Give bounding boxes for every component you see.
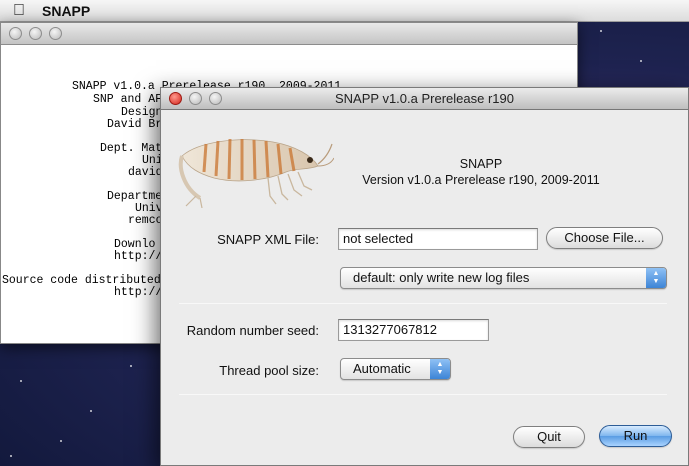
- xml-file-field[interactable]: not selected: [338, 228, 538, 250]
- zoom-button[interactable]: [209, 92, 222, 105]
- thread-pool-label: Thread pool size:: [219, 363, 319, 378]
- seed-field[interactable]: 1313277067812: [338, 319, 489, 341]
- console-line: david: [128, 166, 163, 179]
- separator: [179, 303, 667, 304]
- star: [20, 380, 22, 382]
- close-button[interactable]: [169, 92, 182, 105]
- about-version: Version v1.0.a Prerelease r190, 2009-201…: [362, 173, 600, 187]
- close-button-inactive[interactable]: [9, 27, 22, 40]
- minimize-button-inactive[interactable]: [29, 27, 42, 40]
- select-arrows-icon: ▲ ▼: [646, 268, 666, 288]
- select-arrows-icon: ▲ ▼: [430, 359, 450, 379]
- console-line: David Br: [107, 118, 163, 131]
- console-line: remco: [128, 214, 163, 227]
- menu-bar:  SNAPP: [0, 0, 689, 22]
- choose-file-button[interactable]: Choose File...: [546, 227, 663, 249]
- thread-pool-value: Automatic: [353, 361, 411, 376]
- log-mode-value: default: only write new log files: [353, 270, 530, 285]
- about-app-name: SNAPP: [459, 157, 503, 171]
- separator: [179, 394, 667, 395]
- star: [10, 455, 12, 457]
- apple-icon[interactable]: : [0, 2, 38, 20]
- star: [90, 410, 92, 412]
- thread-pool-select[interactable]: Automatic ▲ ▼: [340, 358, 451, 380]
- console-titlebar[interactable]: [1, 23, 577, 45]
- xml-file-label: SNAPP XML File:: [217, 232, 319, 247]
- zoom-button-inactive[interactable]: [49, 27, 62, 40]
- console-line: http://: [114, 286, 163, 299]
- minimize-button[interactable]: [189, 92, 202, 105]
- quit-button[interactable]: Quit: [513, 426, 585, 448]
- star: [640, 60, 642, 62]
- dialog-titlebar[interactable]: SNAPP v1.0.a Prerelease r190: [161, 88, 688, 110]
- dialog-title: SNAPP v1.0.a Prerelease r190: [335, 91, 514, 106]
- about-block: SNAPP Version v1.0.a Prerelease r190, 20…: [331, 156, 631, 188]
- log-mode-select[interactable]: default: only write new log files ▲ ▼: [340, 267, 667, 289]
- run-button[interactable]: Run: [599, 425, 672, 447]
- star: [130, 365, 132, 367]
- console-line: http://: [114, 250, 163, 263]
- seed-label: Random number seed:: [186, 323, 319, 338]
- menu-app-name[interactable]: SNAPP: [42, 3, 90, 19]
- star: [60, 440, 62, 442]
- snapp-dialog: SNAPP v1.0.a Prerelease r190 SNAPP Versi…: [160, 87, 689, 466]
- shrimp-logo: [178, 138, 334, 208]
- star: [600, 30, 602, 32]
